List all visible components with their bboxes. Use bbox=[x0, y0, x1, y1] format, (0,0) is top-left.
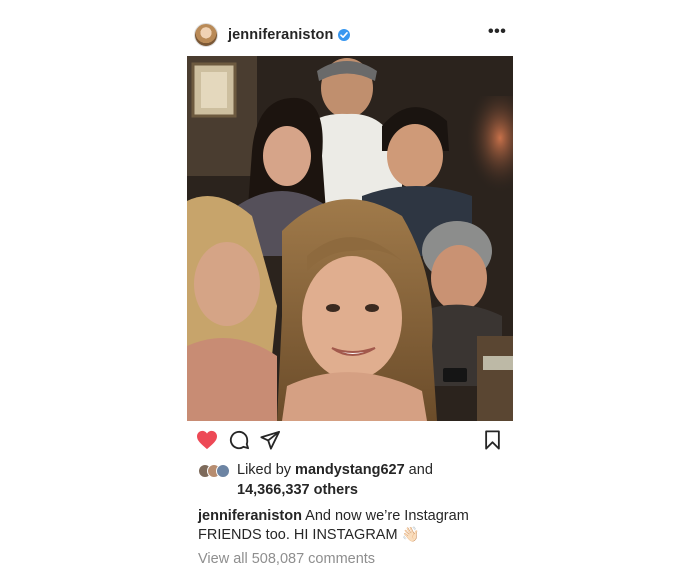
liked-by-suffix: and bbox=[404, 462, 433, 478]
instagram-post: jenniferaniston ••• Liked by mandystang6… bbox=[186, 14, 513, 574]
verified-badge-icon bbox=[338, 29, 350, 41]
send-icon[interactable] bbox=[260, 430, 280, 455]
liked-by-text: Liked by mandystang627 and bbox=[237, 462, 433, 478]
group-selfie-photo bbox=[187, 56, 513, 421]
caption-username[interactable]: jenniferaniston bbox=[198, 508, 302, 524]
post-caption: jenniferaniston And now we’re Instagram … bbox=[198, 507, 503, 545]
bookmark-icon[interactable] bbox=[484, 430, 501, 455]
liker-avatars bbox=[198, 464, 232, 478]
likes-count[interactable]: 14,366,337 others bbox=[237, 482, 358, 498]
profile-avatar[interactable] bbox=[194, 23, 218, 47]
liked-by-prefix: Liked by bbox=[237, 462, 296, 478]
more-options-button[interactable]: ••• bbox=[488, 24, 506, 40]
liker-avatar bbox=[216, 464, 230, 478]
heart-filled-icon[interactable] bbox=[196, 430, 218, 455]
comment-icon[interactable] bbox=[229, 430, 249, 455]
post-username[interactable]: jenniferaniston bbox=[228, 27, 333, 43]
post-header: jenniferaniston ••• bbox=[186, 20, 513, 50]
action-bar bbox=[186, 428, 513, 454]
view-all-comments-link[interactable]: View all 508,087 comments bbox=[198, 551, 375, 567]
post-photo[interactable] bbox=[187, 56, 513, 421]
liker-username[interactable]: mandystang627 bbox=[295, 462, 405, 478]
